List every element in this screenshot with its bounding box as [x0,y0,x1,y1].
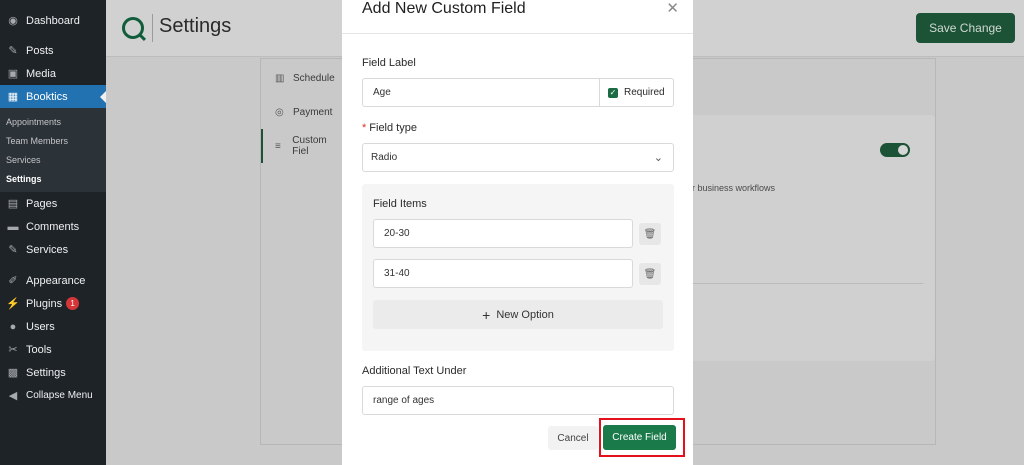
field-type-value: Radio [371,152,398,163]
new-option-label: New Option [496,308,554,321]
wp-menu-comments[interactable]: ▬ Comments [0,215,106,238]
wp-submenu: Appointments Team Members Services Setti… [0,108,106,192]
add-custom-field-modal: Add New Custom Field ✕ Field Label Age ✓… [342,0,693,465]
plugin-icon: ⚡ [6,298,20,310]
custom-fields-icon: ≡ [275,140,281,152]
cancel-button[interactable]: Cancel [548,426,598,450]
pin-icon: ✎ [8,45,18,57]
wp-menu-users[interactable]: ● Users [0,315,106,338]
wp-menu-label: Pages [26,197,58,210]
chevron-down-icon: ⌄ [653,152,663,164]
user-icon: ● [9,320,17,333]
booktics-logo-icon [122,17,144,39]
wp-menu-label: Services [26,243,69,256]
wp-menu-label: Media [26,67,56,80]
header-divider [152,14,153,42]
wp-menu-booktics[interactable]: ▦ Booktics [0,85,106,108]
wp-submenu-team-members[interactable]: Team Members [0,131,106,150]
save-change-button[interactable]: Save Change [916,13,1015,43]
settings-icon: ▩ [7,367,19,379]
brush-icon: ✐ [8,275,18,287]
wp-menu-label: Posts [26,44,54,57]
wp-menu-plugins[interactable]: ⚡ Plugins 1 [0,292,106,315]
pages-icon: ▤ [7,198,19,210]
wp-menu-label: Booktics [26,90,68,103]
wrench-icon: ✂ [8,344,18,356]
plus-icon: + [482,306,491,323]
highlight-box [599,418,685,457]
collapse-icon: ◀ [8,390,18,402]
option-input[interactable]: 31-40 [373,259,633,288]
wp-menu-settings[interactable]: ▩ Settings [0,361,106,384]
dashboard-icon: ◉ [8,15,18,27]
option-value: 20-30 [384,228,410,239]
wp-menu-appearance[interactable]: ✐ Appearance [0,269,106,292]
modal-title: Add New Custom Field [362,0,526,17]
wp-menu-label: Collapse Menu [26,390,93,401]
wp-menu-label: Appearance [26,274,86,287]
field-label-value: Age [373,87,391,98]
wp-menu-media[interactable]: ▣ Media [0,62,106,85]
page-title: Settings [159,15,232,37]
wp-submenu-appointments[interactable]: Appointments [0,112,106,131]
option-value: 31-40 [384,268,410,279]
wp-menu-label: Plugins [26,297,63,310]
wp-admin-sidebar: ◉ Dashboard ✎ Posts ▣ Media ▦ Booktics Appoi… [0,0,106,465]
field-type-heading: * Field type [362,122,417,134]
modal-divider [342,33,693,34]
settings-tab-custom-fields[interactable]: ≡ Custom Fiel [261,129,343,163]
wp-menu-dashboard[interactable]: ◉ Dashboard [0,9,106,32]
wp-submenu-services[interactable]: Services [0,150,106,169]
pin-icon: ✎ [8,244,18,256]
trash-icon[interactable]: 🗑 [639,263,661,285]
required-star: * [362,122,367,134]
field-type-label: Field type [369,122,417,134]
background-card-divider [693,283,923,284]
option-input[interactable]: 20-30 [373,219,633,248]
settings-tab-label: Schedule [293,72,335,84]
wp-menu-label: Comments [26,220,80,233]
checkmark-icon: ✓ [608,87,618,98]
settings-tab-label: Payment [293,106,333,118]
wp-menu-pages[interactable]: ▤ Pages [0,192,106,215]
trash-icon[interactable]: 🗑 [639,223,661,245]
comment-icon: ▬ [7,220,19,233]
settings-tab-schedule[interactable]: ▥ Schedule [261,61,343,95]
schedule-icon: ▥ [275,72,285,84]
close-icon[interactable]: ✕ [666,0,679,17]
wp-submenu-settings[interactable]: Settings [0,169,106,188]
settings-tab-label: Custom Fiel [292,135,327,157]
plugin-update-badge: 1 [66,297,80,310]
calendar-icon: ▦ [7,91,19,103]
field-label-heading: Field Label [362,57,416,69]
field-type-select[interactable]: Radio ⌄ [362,143,674,172]
additional-text-heading: Additional Text Under [362,365,467,377]
wp-menu-tools[interactable]: ✂ Tools [0,338,106,361]
additional-text-input[interactable]: range of ages [362,386,674,415]
custom-field-toggle[interactable] [880,143,910,157]
additional-text-value: range of ages [373,395,435,406]
payment-icon: ◎ [275,106,284,118]
background-card-text: ur business workflows [687,183,776,193]
wp-menu-posts[interactable]: ✎ Posts [0,39,106,62]
new-option-button[interactable]: + New Option [373,300,663,329]
wp-menu-services[interactable]: ✎ Services [0,238,106,261]
required-label: Required [624,87,665,98]
settings-nav: ▥ Schedule ◎ Payment ≡ Custom Fiel [261,59,343,444]
wp-menu-label: Settings [26,366,66,379]
field-items-panel: Field Items 20-30 🗑 31-40 🗑 + New Option [362,184,674,351]
field-items-heading: Field Items [373,198,427,210]
required-checkbox[interactable]: ✓ Required [599,78,674,107]
wp-menu-collapse[interactable]: ◀ Collapse Menu [0,384,106,407]
wp-menu-label: Users [26,320,55,333]
media-icon: ▣ [7,68,19,80]
wp-menu-label: Tools [26,343,52,356]
wp-menu-label: Dashboard [26,14,80,27]
settings-tab-payment[interactable]: ◎ Payment [261,95,343,129]
